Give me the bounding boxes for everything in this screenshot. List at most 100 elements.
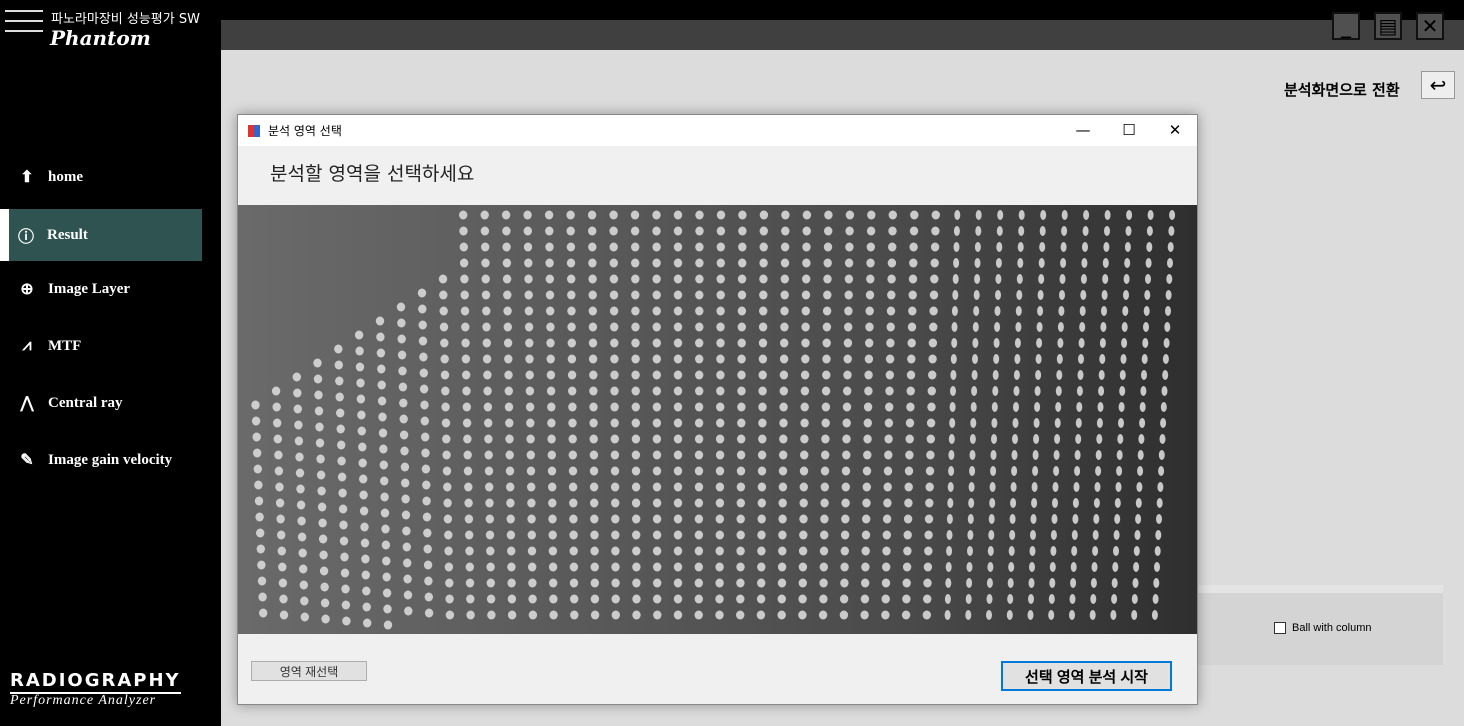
sidebar-item-mtf[interactable]: ⩘ MTF [0,320,202,372]
close-button[interactable]: ✕ [1416,12,1444,40]
phantom-ball [757,498,766,508]
reselect-region-button[interactable]: 영역 재선택 [251,661,367,681]
phantom-ball [845,210,855,220]
phantom-ball [610,386,619,396]
phantom-xray-image[interactable] [238,205,1197,634]
sidebar-item-image-gain-velocity[interactable]: ✎ Image gain velocity [0,434,202,486]
phantom-ball [695,258,704,268]
phantom-ball [1152,594,1159,604]
phantom-ball [865,290,875,300]
phantom-ball [1071,530,1078,540]
phantom-ball [609,226,618,236]
phantom-ball [526,418,535,428]
phantom-ball [927,386,936,396]
phantom-ball [778,498,787,508]
phantom-ball [503,290,512,300]
phantom-ball [1056,370,1063,380]
phantom-ball [567,354,577,364]
phantom-ball [1124,242,1131,252]
phantom-ball [759,290,768,300]
restore-button[interactable]: ▤ [1374,12,1402,40]
phantom-ball [975,210,982,220]
window-toolbar [221,20,1464,50]
sidebar-item-home[interactable]: ⬆ home [0,151,202,203]
phantom-ball [966,562,973,572]
phantom-ball [922,610,931,620]
dialog-close-button[interactable]: ✕ [1152,115,1198,145]
sidebar-item-central-ray[interactable]: ⋀ Central ray [0,377,202,429]
switch-view-label: 분석화면으로 전환 [1284,81,1400,99]
dialog-minimize-button[interactable]: — [1060,115,1106,145]
phantom-ball [1012,434,1018,444]
ball-with-column-checkbox[interactable]: Ball with column [1274,622,1371,634]
dialog-maximize-button[interactable]: ☐ [1106,115,1152,145]
phantom-ball [1048,610,1055,620]
phantom-ball [1118,402,1125,412]
phantom-ball [652,274,661,284]
phantom-ball [254,480,263,490]
phantom-ball [610,418,619,428]
phantom-ball [758,418,767,428]
phantom-ball [334,344,343,354]
phantom-ball [1138,434,1145,444]
phantom-ball [882,514,892,524]
phantom-ball [1057,322,1064,332]
phantom-ball [610,338,619,348]
phantom-ball [695,290,704,300]
phantom-ball [397,318,406,328]
phantom-ball [800,370,810,380]
phantom-ball [737,306,747,316]
phantom-ball [737,354,746,364]
phantom-ball [252,432,261,442]
phantom-ball [841,514,850,524]
start-analysis-button[interactable]: 선택 영역 분석 시작 [1001,661,1172,691]
phantom-ball [759,210,769,220]
phantom-ball [842,450,851,460]
phantom-ball [908,306,917,316]
phantom-ball [652,306,661,316]
phantom-ball [375,316,385,326]
phantom-ball [950,370,957,380]
phantom-ball [549,578,558,588]
phantom-ball [1075,418,1082,428]
minimize-button[interactable]: _ [1332,12,1360,40]
phantom-ball [992,386,999,396]
phantom-ball [781,226,790,236]
phantom-ball [967,514,974,524]
phantom-ball [715,594,724,604]
phantom-ball [566,242,576,252]
phantom-ball [841,498,850,508]
phantom-ball [822,338,831,348]
phantom-ball [842,402,852,412]
switch-view-button[interactable]: ↩ [1421,71,1455,99]
phantom-ball [1072,498,1079,508]
phantom-ball [1082,242,1088,252]
phantom-ball [822,322,832,332]
phantom-ball [694,610,703,620]
phantom-ball [445,610,455,620]
checkbox-box[interactable] [1274,622,1286,634]
phantom-ball [482,322,491,332]
phantom-ball [274,450,283,460]
phantom-ball [716,322,725,332]
phantom-ball [995,290,1001,300]
phantom-ball [1111,594,1118,604]
phantom-ball [443,514,453,524]
phantom-ball [503,338,513,348]
sidebar-item-result[interactable]: ⓘ Result [0,209,202,261]
hamburger-menu-icon[interactable] [5,10,43,40]
phantom-ball [1104,210,1111,220]
phantom-ball [881,594,890,604]
phantom-ball [925,482,934,492]
sidebar-item-image-layer[interactable]: ⊕ Image Layer [0,263,202,315]
phantom-ball [694,578,703,588]
phantom-ball [972,322,979,332]
phantom-ball [989,498,996,508]
phantom-ball [756,594,766,604]
phantom-ball [1038,258,1045,268]
phantom-ball [481,242,490,252]
phantom-ball [462,418,472,428]
phantom-ball [1030,514,1037,524]
app-icon [248,124,260,137]
phantom-ball [548,482,557,492]
